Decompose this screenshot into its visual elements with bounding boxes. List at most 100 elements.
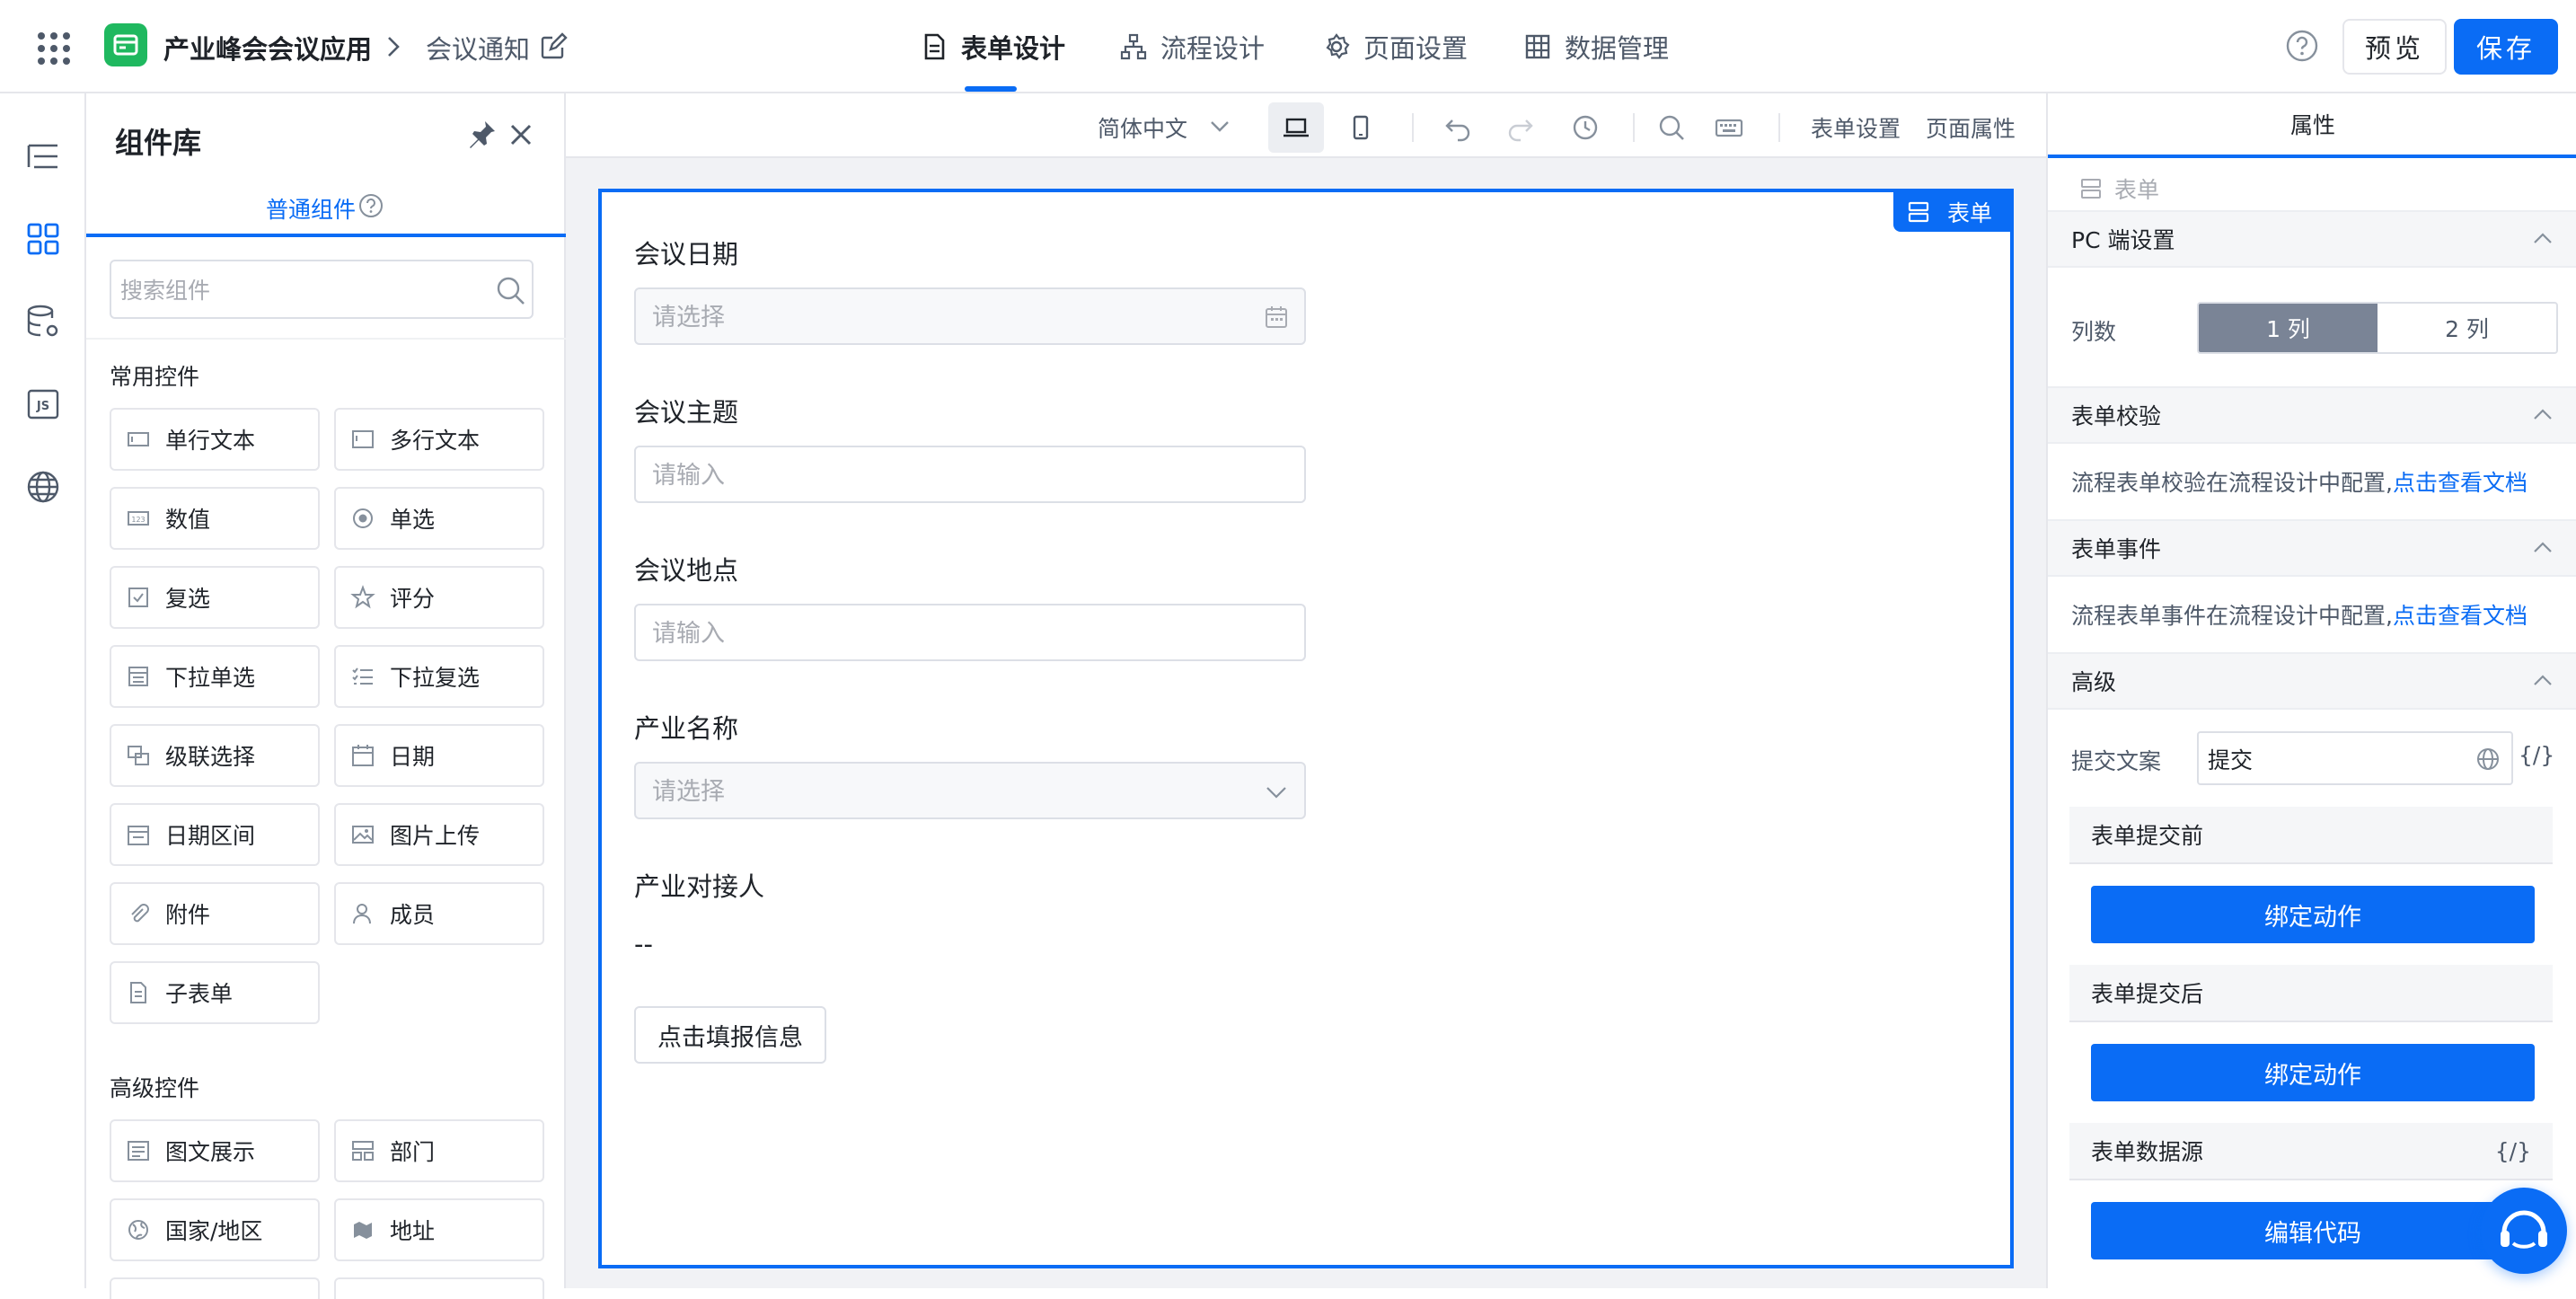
chevron-down-icon[interactable] (1207, 113, 1232, 138)
columns-option-2[interactable]: 2 列 (2378, 304, 2556, 352)
field-label: 产业对接人 (634, 871, 765, 902)
section-pc-settings[interactable]: PC 端设置 (2048, 210, 2576, 268)
bind-action-after-button[interactable]: 绑定动作 (2091, 1044, 2535, 1101)
columns-label: 列数 (2071, 319, 2117, 345)
date-input[interactable] (652, 300, 1227, 334)
hint-text: 流程表单事件在流程设计中配置, (2071, 603, 2393, 629)
component-rating[interactable]: 评分 (334, 566, 544, 629)
tab-flow-design[interactable]: 流程设计 (1119, 0, 1265, 93)
app-name[interactable]: 产业峰会会议应用 (163, 29, 372, 66)
tab-data-management[interactable]: 数据管理 (1523, 0, 1669, 93)
app-grid-icon[interactable] (36, 31, 72, 66)
history-button[interactable] (1557, 102, 1613, 153)
component-label: 附件 (165, 902, 211, 928)
section-validation[interactable]: 表单校验 (2048, 386, 2576, 444)
pin-icon[interactable] (465, 119, 498, 151)
component-number[interactable]: 123 数值 (110, 487, 320, 550)
design-canvas: 简体中文 表单设置 页面属性 表单 会议日期 请选择 会议主题 请输入 会议地点… (566, 93, 2046, 1288)
form-settings-link[interactable]: 表单设置 (1811, 111, 1901, 144)
tab-page-settings[interactable]: 页面设置 (1322, 0, 1468, 93)
subform-icon (130, 982, 146, 1003)
help-icon[interactable] (2285, 29, 2319, 63)
chevron-up-icon[interactable] (2531, 227, 2554, 251)
component-multi-line-text[interactable]: 多行文本 (334, 408, 544, 471)
submit-text-field[interactable] (2197, 731, 2513, 785)
docs-link[interactable]: 点击查看文档 (2393, 603, 2527, 629)
variable-binding-icon[interactable]: {/} (2495, 1138, 2531, 1164)
component-department[interactable]: 部门 (334, 1119, 544, 1182)
component-cascade[interactable]: 级联选择 (110, 724, 320, 787)
search-input[interactable] (120, 272, 480, 308)
component-partial[interactable] (110, 1277, 320, 1299)
component-date[interactable]: 日期 (334, 724, 544, 787)
component-attachment[interactable]: 附件 (110, 882, 320, 945)
component-dropdown-multi[interactable]: 下拉复选 (334, 645, 544, 708)
mobile-view-button[interactable] (1333, 102, 1389, 153)
component-dropdown-single[interactable]: 下拉单选 (110, 645, 320, 708)
topic-field[interactable] (634, 446, 1306, 503)
component-image-upload[interactable]: 图片上传 (334, 803, 544, 866)
page-name[interactable]: 会议通知 (426, 29, 530, 66)
component-search[interactable] (110, 260, 534, 319)
gear-icon (1326, 33, 1350, 59)
search-icon[interactable] (496, 276, 526, 306)
bind-action-before-button[interactable]: 绑定动作 (2091, 886, 2535, 943)
component-rich-text[interactable]: 图文展示 (110, 1119, 320, 1182)
form-badge[interactable]: 表单 (1892, 192, 2010, 232)
language-select[interactable]: 简体中文 (1098, 111, 1187, 144)
before-submit-header: 表单提交前 (2069, 807, 2553, 864)
location-input[interactable] (652, 616, 1227, 650)
globe-icon[interactable] (2475, 747, 2501, 772)
topic-input[interactable] (652, 458, 1227, 492)
chevron-up-icon[interactable] (2531, 669, 2554, 693)
columns-option-1[interactable]: 1 列 (2199, 304, 2378, 352)
edit-icon[interactable] (539, 32, 568, 61)
fill-info-button[interactable]: 点击填报信息 (634, 1006, 826, 1064)
docs-link[interactable]: 点击查看文档 (2393, 470, 2527, 496)
section-title: 表单校验 (2071, 403, 2162, 429)
desktop-view-button[interactable] (1268, 102, 1324, 153)
globe-icon[interactable] (25, 469, 61, 505)
page-properties-link[interactable]: 页面属性 (1926, 111, 2016, 144)
js-icon[interactable]: JS (25, 386, 61, 422)
search-button[interactable] (1644, 102, 1699, 153)
industry-select[interactable] (634, 762, 1306, 819)
tab-common-components[interactable]: 普通组件 (266, 192, 356, 225)
location-field[interactable] (634, 604, 1306, 661)
save-button[interactable]: 保存 (2454, 19, 2558, 75)
support-chat-button[interactable] (2481, 1188, 2567, 1274)
component-single-line-text[interactable]: 单行文本 (110, 408, 320, 471)
tab-form-design[interactable]: 表单设计 (920, 0, 1065, 93)
outline-icon[interactable] (25, 138, 61, 174)
help-circle-icon[interactable] (357, 192, 384, 219)
component-country-region[interactable]: 国家/地区 (110, 1198, 320, 1261)
component-member[interactable]: 成员 (334, 882, 544, 945)
chevron-up-icon[interactable] (2531, 536, 2554, 560)
component-address[interactable]: 地址 (334, 1198, 544, 1261)
data-source-icon[interactable] (25, 304, 61, 340)
preview-button[interactable]: 预览 (2342, 19, 2447, 75)
components-grid-icon[interactable] (25, 221, 61, 257)
submit-text-input[interactable] (2208, 742, 2459, 776)
tab-properties[interactable]: 属性 (2048, 93, 2576, 156)
redo-button[interactable] (1493, 102, 1548, 153)
section-events[interactable]: 表单事件 (2048, 519, 2576, 577)
edit-code-button[interactable]: 编辑代码 (2091, 1202, 2535, 1259)
chevron-up-icon[interactable] (2531, 403, 2554, 427)
section-advanced[interactable]: 高级 (2048, 652, 2576, 710)
undo-button[interactable] (1430, 102, 1486, 153)
app-logo-icon[interactable] (104, 23, 147, 66)
close-icon[interactable] (505, 119, 537, 151)
component-partial[interactable] (334, 1277, 544, 1299)
form-container[interactable]: 表单 会议日期 会议主题 会议地点 产业名称 产业对接人 -- 点击填报信息 (598, 189, 2014, 1268)
component-subform[interactable]: 子表单 (110, 961, 320, 1024)
globe-icon (128, 1220, 148, 1240)
component-label: 图片上传 (390, 823, 481, 849)
variable-binding-icon[interactable]: {/} (2519, 742, 2554, 768)
component-checkbox[interactable]: 复选 (110, 566, 320, 629)
component-date-range[interactable]: 日期区间 (110, 803, 320, 866)
shortcuts-button[interactable] (1701, 102, 1757, 153)
component-radio[interactable]: 单选 (334, 487, 544, 550)
date-picker[interactable] (634, 287, 1306, 345)
industry-input[interactable] (652, 774, 1227, 809)
